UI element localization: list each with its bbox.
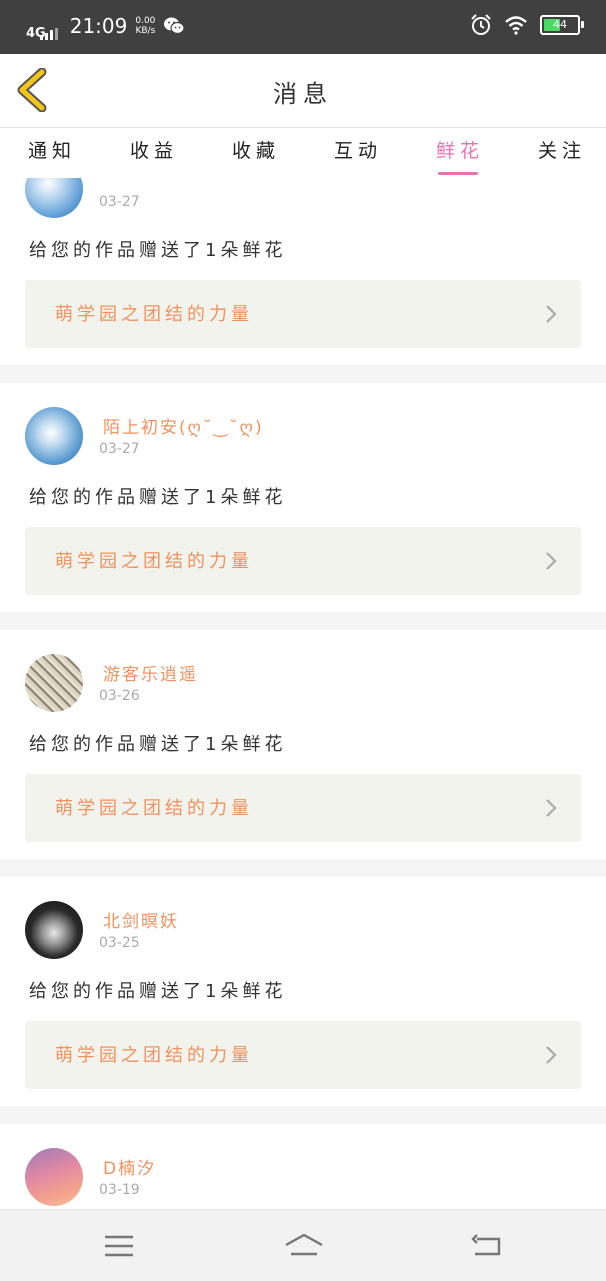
active-tab-indicator bbox=[438, 172, 479, 175]
tab-flowers[interactable]: 鲜花 bbox=[436, 136, 485, 175]
page-title: 消息 bbox=[273, 80, 333, 108]
net-speed-value: 0.00 bbox=[135, 16, 156, 26]
message-date: 03-27 bbox=[99, 194, 140, 210]
tab-favorites[interactable]: 收藏 bbox=[232, 136, 280, 163]
message-text: 给您的作品赠送了1朵鲜花 bbox=[29, 734, 287, 755]
header: 消息 bbox=[0, 54, 606, 128]
work-title: 萌学园之团结的力量 bbox=[55, 551, 253, 572]
message-text: 给您的作品赠送了1朵鲜花 bbox=[29, 487, 287, 508]
tab-following[interactable]: 关注 bbox=[538, 136, 586, 163]
avatar[interactable] bbox=[25, 654, 83, 712]
message-card[interactable]: 北剑暝妖 03-25 给您的作品赠送了1朵鲜花 萌学园之团结的力量 bbox=[0, 877, 606, 1106]
message-date: 03-19 bbox=[99, 1182, 140, 1198]
battery-level: 44 bbox=[553, 18, 567, 31]
message-card[interactable]: 陌上初安(ღ˘‿˘ღ) 03-27 给您的作品赠送了1朵鲜花 萌学园之团结的力量 bbox=[0, 383, 606, 612]
status-bar: 4G 21:09 0.00 KB/s 44 bbox=[0, 0, 606, 54]
alarm-icon bbox=[471, 14, 491, 35]
network-indicator: 4G bbox=[26, 12, 58, 40]
message-date: 03-26 bbox=[99, 688, 140, 704]
work-link[interactable]: 萌学园之团结的力量 bbox=[25, 1021, 581, 1089]
avatar[interactable] bbox=[25, 901, 83, 959]
tab-label: 互动 bbox=[334, 140, 383, 162]
avatar[interactable] bbox=[25, 178, 83, 218]
username[interactable]: 游客乐逍遥 bbox=[103, 660, 198, 685]
net-speed: 0.00 KB/s bbox=[135, 16, 155, 36]
work-title: 萌学园之团结的力量 bbox=[55, 1045, 253, 1066]
net-speed-unit: KB/s bbox=[135, 26, 156, 36]
tab-notifications[interactable]: 通知 bbox=[28, 136, 76, 163]
tab-label: 收益 bbox=[130, 140, 179, 162]
work-title: 萌学园之团结的力量 bbox=[55, 304, 253, 325]
username[interactable]: 陌上初安(ღ˘‿˘ღ) bbox=[103, 413, 264, 438]
work-title: 萌学园之团结的力量 bbox=[55, 798, 253, 819]
return-icon[interactable] bbox=[471, 1232, 503, 1260]
message-card[interactable]: 游客乐逍遥 03-26 给您的作品赠送了1朵鲜花 萌学园之团结的力量 bbox=[0, 630, 606, 859]
chevron-right-icon bbox=[546, 1046, 557, 1064]
wechat-icon bbox=[164, 17, 186, 35]
message-date: 03-27 bbox=[99, 441, 140, 457]
system-nav-bar bbox=[0, 1209, 606, 1281]
message-text: 给您的作品赠送了1朵鲜花 bbox=[29, 240, 287, 261]
username[interactable]: 北剑暝妖 bbox=[103, 907, 179, 932]
tab-label: 鲜花 bbox=[436, 140, 485, 162]
avatar[interactable] bbox=[25, 407, 83, 465]
message-text: 给您的作品赠送了1朵鲜花 bbox=[29, 981, 287, 1002]
wifi-icon bbox=[505, 16, 527, 35]
chevron-right-icon bbox=[546, 305, 557, 323]
tab-earnings[interactable]: 收益 bbox=[130, 136, 178, 163]
chevron-right-icon bbox=[546, 552, 557, 570]
work-link[interactable]: 萌学园之团结的力量 bbox=[25, 280, 581, 348]
message-card[interactable]: 03-27 给您的作品赠送了1朵鲜花 萌学园之团结的力量 bbox=[0, 178, 606, 365]
message-date: 03-25 bbox=[99, 935, 140, 951]
message-card[interactable]: D楠汐 03-19 bbox=[0, 1124, 606, 1209]
tab-interactions[interactable]: 互动 bbox=[334, 136, 382, 163]
username[interactable]: D楠汐 bbox=[103, 1154, 156, 1179]
battery-icon: 44 bbox=[540, 15, 584, 35]
tab-bar: 通知 收益 收藏 互动 鲜花 关注 bbox=[0, 128, 606, 178]
clock: 21:09 bbox=[69, 14, 128, 38]
menu-icon[interactable] bbox=[103, 1232, 135, 1260]
signal-icon bbox=[39, 28, 58, 40]
chevron-right-icon bbox=[546, 799, 557, 817]
work-link[interactable]: 萌学园之团结的力量 bbox=[25, 774, 581, 842]
tab-label: 关注 bbox=[538, 140, 587, 162]
tab-label: 收藏 bbox=[232, 140, 281, 162]
avatar[interactable] bbox=[25, 1148, 83, 1206]
tab-label: 通知 bbox=[28, 140, 77, 162]
work-link[interactable]: 萌学园之团结的力量 bbox=[25, 527, 581, 595]
home-icon[interactable] bbox=[283, 1232, 325, 1260]
